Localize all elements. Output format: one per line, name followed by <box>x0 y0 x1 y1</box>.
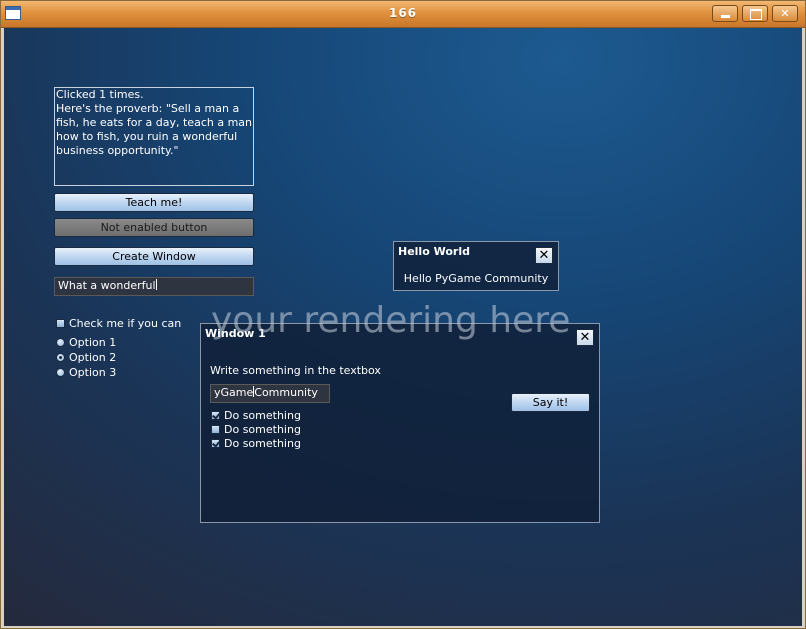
radio-option-1-label: Option 1 <box>69 336 117 349</box>
radio-option-2-label: Option 2 <box>69 351 117 364</box>
maximize-icon <box>750 9 762 20</box>
window-1-text-before-caret: yGame <box>214 386 254 399</box>
checkbox-box[interactable] <box>56 319 65 328</box>
say-it-button[interactable]: Say it! <box>511 393 590 412</box>
not-enabled-button: Not enabled button <box>54 218 254 237</box>
main-text-input[interactable]: What a wonderful <box>54 277 254 296</box>
app-window: 166 ✕ Clicked 1 times. Here's the prover… <box>0 0 806 629</box>
render-canvas: Clicked 1 times. Here's the proverb: "Se… <box>4 28 802 626</box>
create-window-button[interactable]: Create Window <box>54 247 254 266</box>
check-me-checkbox[interactable]: Check me if you can <box>56 317 181 331</box>
output-textarea[interactable]: Clicked 1 times. Here's the proverb: "Se… <box>54 87 254 186</box>
maximize-button[interactable] <box>742 5 768 22</box>
close-button[interactable]: ✕ <box>772 5 798 22</box>
minimize-button[interactable] <box>712 5 738 22</box>
checkbox-box[interactable] <box>211 411 220 420</box>
close-icon: ✕ <box>780 7 790 20</box>
radio-option-1[interactable]: Option 1 <box>56 336 116 350</box>
checkbox-box[interactable] <box>211 425 220 434</box>
hello-dialog-title: Hello World <box>398 245 470 258</box>
window-1-text-after-caret: Community <box>254 386 318 399</box>
do-something-checkbox-3[interactable]: Do something <box>211 437 301 451</box>
teach-me-button[interactable]: Teach me! <box>54 193 254 212</box>
hello-world-dialog[interactable]: Hello World ✕ Hello PyGame Community <box>393 241 559 291</box>
window-1-close-button[interactable]: ✕ <box>576 329 594 346</box>
title-bar[interactable]: 166 ✕ <box>1 1 805 28</box>
minimize-icon <box>721 15 730 18</box>
window-1-text-input[interactable]: yGameCommunity <box>210 384 330 403</box>
radio-button[interactable] <box>56 353 65 362</box>
checkbox-box[interactable] <box>211 439 220 448</box>
radio-option-3[interactable]: Option 3 <box>56 366 116 380</box>
text-caret <box>155 279 157 290</box>
hello-dialog-message: Hello PyGame Community <box>403 272 549 285</box>
do-something-label-3: Do something <box>224 437 301 450</box>
close-icon: ✕ <box>538 248 550 263</box>
do-something-checkbox-2[interactable]: Do something <box>211 423 301 437</box>
radio-button[interactable] <box>56 338 65 347</box>
hello-dialog-close-button[interactable]: ✕ <box>535 247 553 264</box>
radio-option-3-label: Option 3 <box>69 366 117 379</box>
radio-option-2[interactable]: Option 2 <box>56 351 116 365</box>
window-1-dialog[interactable]: Window 1 ✕ Write something in the textbo… <box>200 323 600 523</box>
radio-button[interactable] <box>56 368 65 377</box>
render-placeholder-watermark: your rendering here <box>211 300 571 341</box>
close-icon: ✕ <box>579 330 591 345</box>
window-1-prompt: Write something in the textbox <box>210 364 381 377</box>
main-text-input-value: What a wonderful <box>58 279 156 292</box>
do-something-label-1: Do something <box>224 409 301 422</box>
do-something-checkbox-1[interactable]: Do something <box>211 409 301 423</box>
check-me-label: Check me if you can <box>69 317 182 330</box>
do-something-label-2: Do something <box>224 423 301 436</box>
window-title: 166 <box>388 6 418 20</box>
